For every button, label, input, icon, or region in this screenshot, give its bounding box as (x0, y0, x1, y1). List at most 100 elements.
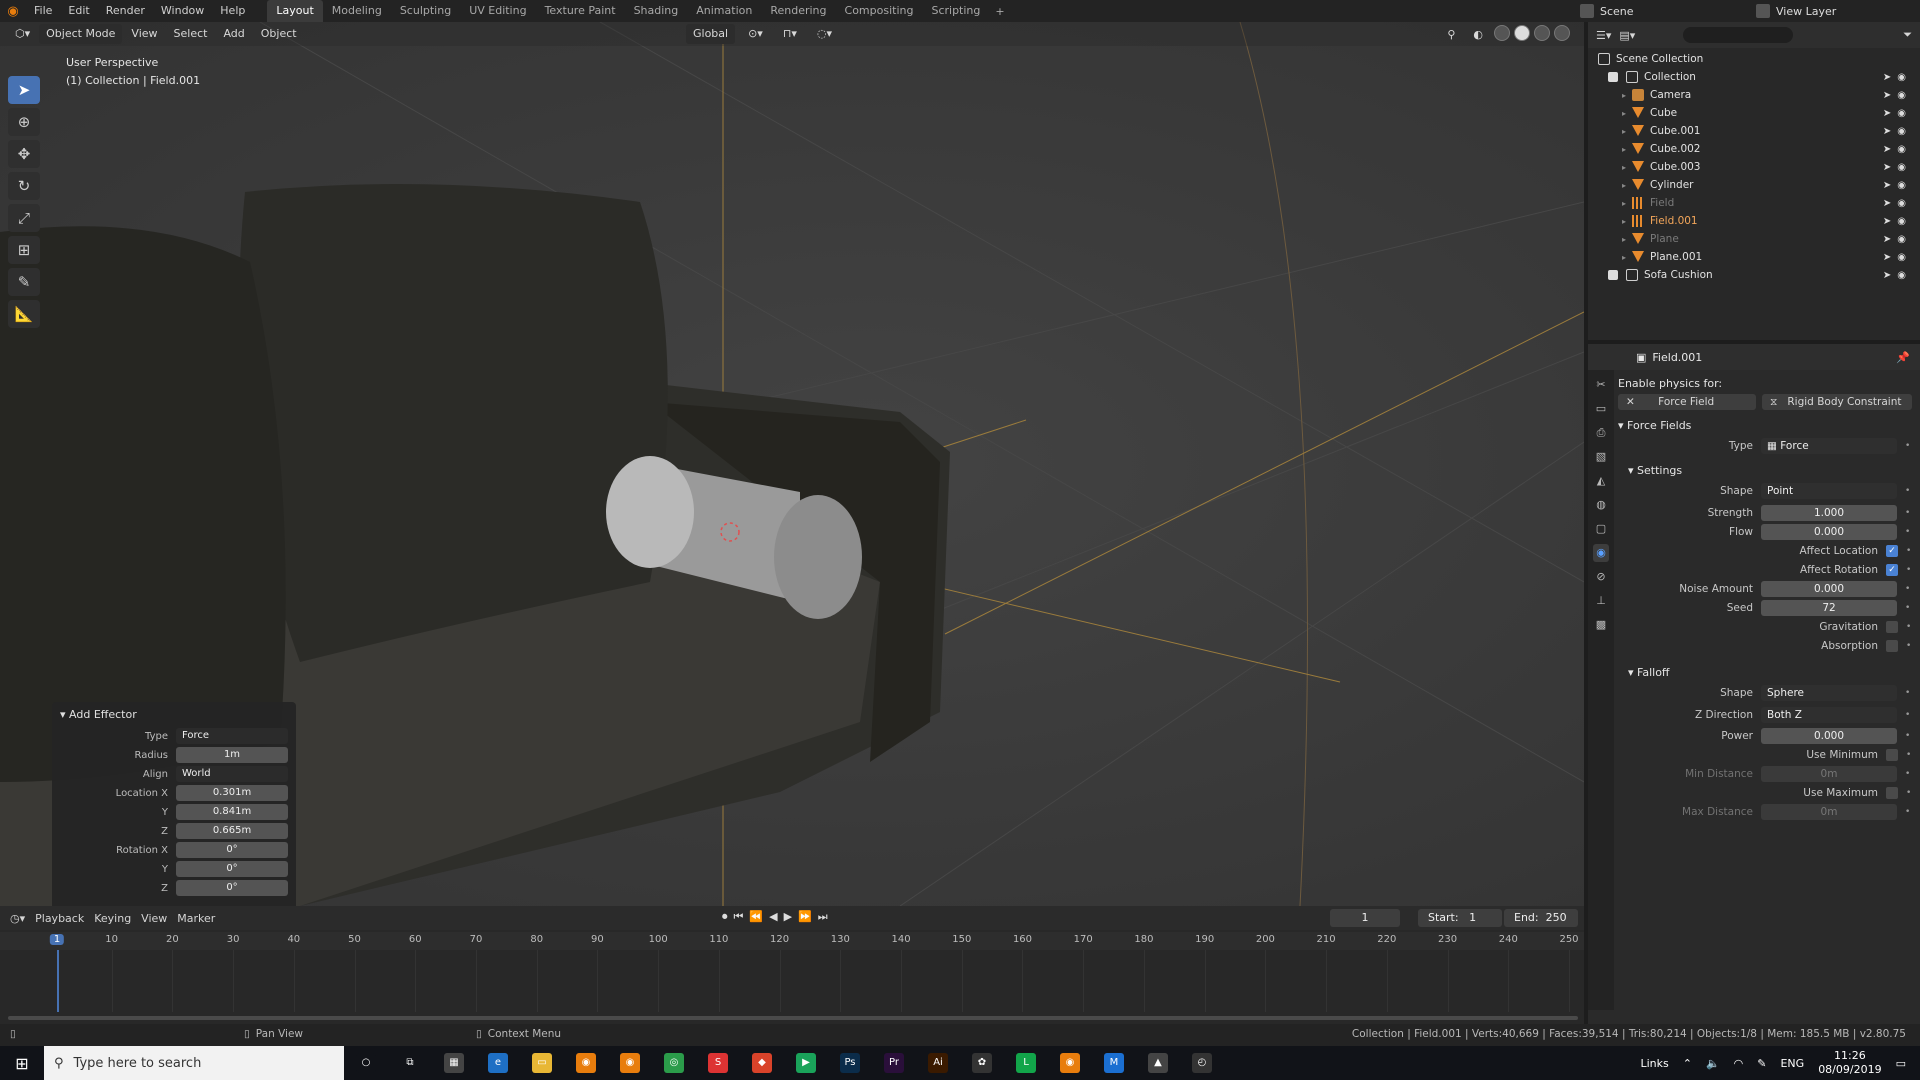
workspace-tab-compositing[interactable]: Compositing (836, 0, 923, 22)
strength-field[interactable]: 1.000 (1761, 504, 1897, 521)
transform-orientation-dropdown[interactable]: Global (686, 24, 736, 44)
pen-icon[interactable]: ✎ (1757, 1057, 1766, 1070)
menu-render[interactable]: Render (98, 0, 153, 22)
taskbar-premiere-icon[interactable]: Pr (872, 1046, 916, 1080)
menu-add[interactable]: Add (216, 24, 251, 44)
seed-field[interactable]: 72 (1761, 599, 1897, 616)
rigid-body-constraint-button[interactable]: ⧖ Rigid Body Constraint (1762, 394, 1912, 410)
outliner-item-camera[interactable]: ▸ Camera ➤◉ (1598, 86, 1920, 104)
taskbar-app-blue-m-icon[interactable]: M (1092, 1046, 1136, 1080)
power-field[interactable]: 0.000 (1761, 727, 1897, 744)
view-layer-tab-icon[interactable]: ▧ (1593, 448, 1609, 466)
taskbar-chrome-icon[interactable]: ◎ (652, 1046, 696, 1080)
filter-icon[interactable]: ⏷ (1903, 28, 1912, 42)
max-distance-field[interactable]: 0m (1761, 803, 1897, 820)
outliner-item-field-001[interactable]: ▸ Field.001 ➤◉ (1598, 212, 1920, 230)
rotation-x-field[interactable]: 0° (176, 842, 288, 858)
current-frame-field[interactable]: 1 (1330, 909, 1400, 927)
annotate-tool-icon[interactable]: ✎ (8, 268, 40, 296)
taskbar-photoshop-icon[interactable]: Ps (828, 1046, 872, 1080)
timeline-editor-icon[interactable]: ◷▾ (10, 912, 25, 925)
outliner-item-cube-003[interactable]: ▸ Cube.003 ➤◉ (1598, 158, 1920, 176)
location-y-field[interactable]: 0.841m (176, 804, 288, 820)
record-icon[interactable]: ⏺ (722, 910, 728, 924)
prev-keyframe-icon[interactable]: ⏪ (749, 910, 763, 924)
network-icon[interactable]: ◠ (1734, 1057, 1744, 1070)
menu-keying[interactable]: Keying (94, 912, 131, 925)
texture-tab-icon[interactable]: ▩ (1593, 616, 1609, 634)
visibility-toggle-icon[interactable]: ➤◉ (1883, 72, 1912, 83)
taskbar-app-colors-icon[interactable]: ✿ (960, 1046, 1004, 1080)
menu-edit[interactable]: Edit (60, 0, 97, 22)
visibility-toggle-icon[interactable]: ➤◉ (1883, 198, 1912, 209)
workspace-tab-sculpting[interactable]: Sculpting (391, 0, 460, 22)
expand-arrow-icon[interactable]: ▸ (1622, 217, 1632, 226)
menu-timeline-view[interactable]: View (141, 912, 167, 925)
settings-section-header[interactable]: ▾ Settings (1618, 461, 1918, 481)
wireframe-shading-icon[interactable] (1494, 25, 1510, 41)
scene-collection-row[interactable]: Scene Collection (1598, 50, 1920, 68)
rendered-shading-icon[interactable] (1554, 25, 1570, 41)
noise-amount-field[interactable]: 0.000 (1761, 580, 1897, 597)
next-keyframe-icon[interactable]: ⏩ (798, 910, 812, 924)
menu-object[interactable]: Object (254, 24, 304, 44)
snap-icon[interactable]: ⊓▾ (776, 24, 804, 44)
taskbar-calculator-icon[interactable]: ▦ (432, 1046, 476, 1080)
proportional-edit-icon[interactable]: ◌▾ (810, 24, 839, 44)
links-toolbar[interactable]: Links (1640, 1057, 1668, 1070)
force-fields-section-header[interactable]: ▾ Force Fields (1618, 416, 1918, 436)
location-z-field[interactable]: 0.665m (176, 823, 288, 839)
falloff-section-header[interactable]: ▾ Falloff (1618, 663, 1918, 683)
cursor-tool-icon[interactable]: ⊕ (8, 108, 40, 136)
outliner-item-cube[interactable]: ▸ Cube ➤◉ (1598, 104, 1920, 122)
workspace-tab-layout[interactable]: Layout (267, 0, 323, 22)
location-x-field[interactable]: 0.301m (176, 785, 288, 801)
jump-end-icon[interactable]: ⏭ (818, 910, 828, 924)
outliner-item-collection[interactable]: Collection ➤◉ (1598, 68, 1920, 86)
playhead[interactable] (57, 950, 59, 1012)
expand-arrow-icon[interactable]: ▸ (1622, 181, 1632, 190)
mode-dropdown[interactable]: Object Mode (39, 24, 123, 44)
measure-tool-icon[interactable]: 📐 (8, 300, 40, 328)
notifications-icon[interactable]: ▭ (1896, 1057, 1906, 1070)
windows-start-icon[interactable]: ⊞ (0, 1046, 44, 1080)
workspace-tab-scripting[interactable]: Scripting (922, 0, 989, 22)
radius-field[interactable]: 1m (176, 747, 288, 763)
effector-type-dropdown[interactable]: Force (176, 728, 288, 744)
menu-view[interactable]: View (124, 24, 164, 44)
visibility-toggle-icon[interactable]: ➤◉ (1883, 234, 1912, 245)
outliner-editor-icon[interactable]: ☰▾ (1596, 29, 1611, 42)
visibility-toggle-icon[interactable]: ➤◉ (1883, 90, 1912, 101)
overlay-icon[interactable]: ◐ (1466, 25, 1490, 45)
menu-help[interactable]: Help (212, 0, 253, 22)
menu-file[interactable]: File (26, 0, 60, 22)
taskbar-app-clock-icon[interactable]: ◴ (1180, 1046, 1224, 1080)
expand-arrow-icon[interactable]: ▸ (1622, 145, 1632, 154)
workspace-tab-uv-editing[interactable]: UV Editing (460, 0, 535, 22)
3d-viewport[interactable]: ⬡▾ Object Mode View Select Add Object Gl… (0, 22, 1584, 906)
outliner-item-cylinder[interactable]: ▸ Cylinder ➤◉ (1598, 176, 1920, 194)
gravitation-checkbox[interactable] (1886, 620, 1898, 633)
clock[interactable]: 11:26 08/09/2019 (1818, 1049, 1881, 1077)
rotation-z-field[interactable]: 0° (176, 880, 288, 896)
expand-arrow-icon[interactable]: ▸ (1622, 253, 1632, 262)
object-data-tab-icon[interactable]: ⊥ (1593, 592, 1609, 610)
outliner-item-plane[interactable]: ▸ Plane ➤◉ (1598, 230, 1920, 248)
workspace-tab-texture-paint[interactable]: Texture Paint (536, 0, 625, 22)
taskbar-blender-a-icon[interactable]: ◉ (564, 1046, 608, 1080)
affect-location-checkbox[interactable]: ✓ (1886, 544, 1898, 557)
affect-rotation-checkbox[interactable]: ✓ (1886, 563, 1898, 576)
visibility-toggle-icon[interactable]: ➤◉ (1883, 252, 1912, 263)
use-minimum-checkbox[interactable] (1886, 748, 1898, 761)
play-icon[interactable]: ▶ (784, 910, 792, 924)
blender-logo-icon[interactable]: ◉ (0, 0, 26, 22)
scene-selector[interactable]: Scene (1580, 2, 1750, 20)
taskbar-edge-icon[interactable]: e (476, 1046, 520, 1080)
expand-arrow-icon[interactable]: ▸ (1622, 127, 1632, 136)
tray-chevron-icon[interactable]: ⌃ (1683, 1057, 1692, 1070)
expand-arrow-icon[interactable]: ▸ (1622, 163, 1632, 172)
workspace-tab-shading[interactable]: Shading (625, 0, 688, 22)
physics-tab-icon[interactable]: ◉ (1593, 544, 1609, 562)
pivot-icon[interactable]: ⊙▾ (741, 24, 770, 44)
outliner-item-sofa-cushion[interactable]: Sofa Cushion ➤◉ (1598, 266, 1920, 284)
